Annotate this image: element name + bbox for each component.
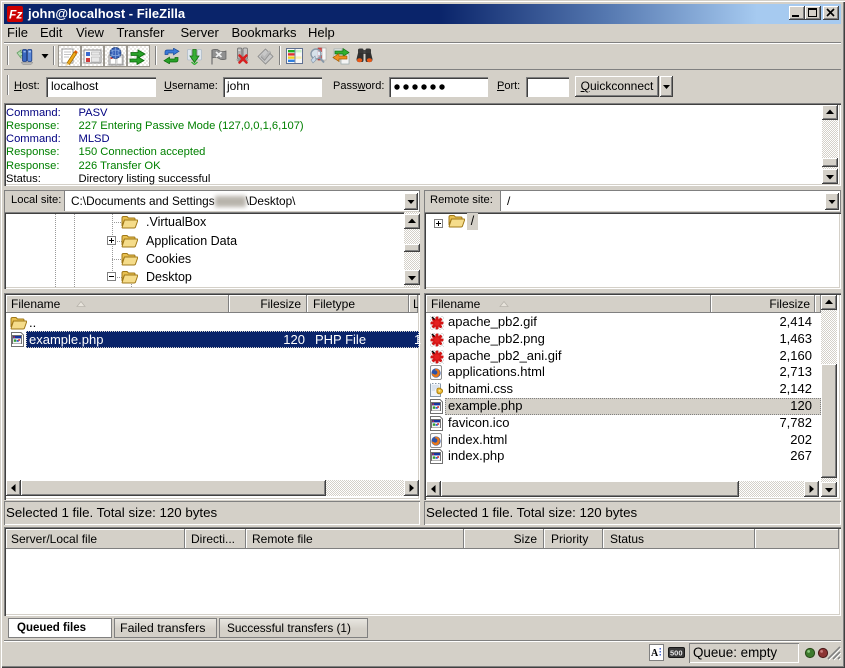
svg-text:A: A xyxy=(651,648,659,659)
svg-text:500: 500 xyxy=(670,649,683,658)
svg-text:Fz: Fz xyxy=(9,8,22,22)
